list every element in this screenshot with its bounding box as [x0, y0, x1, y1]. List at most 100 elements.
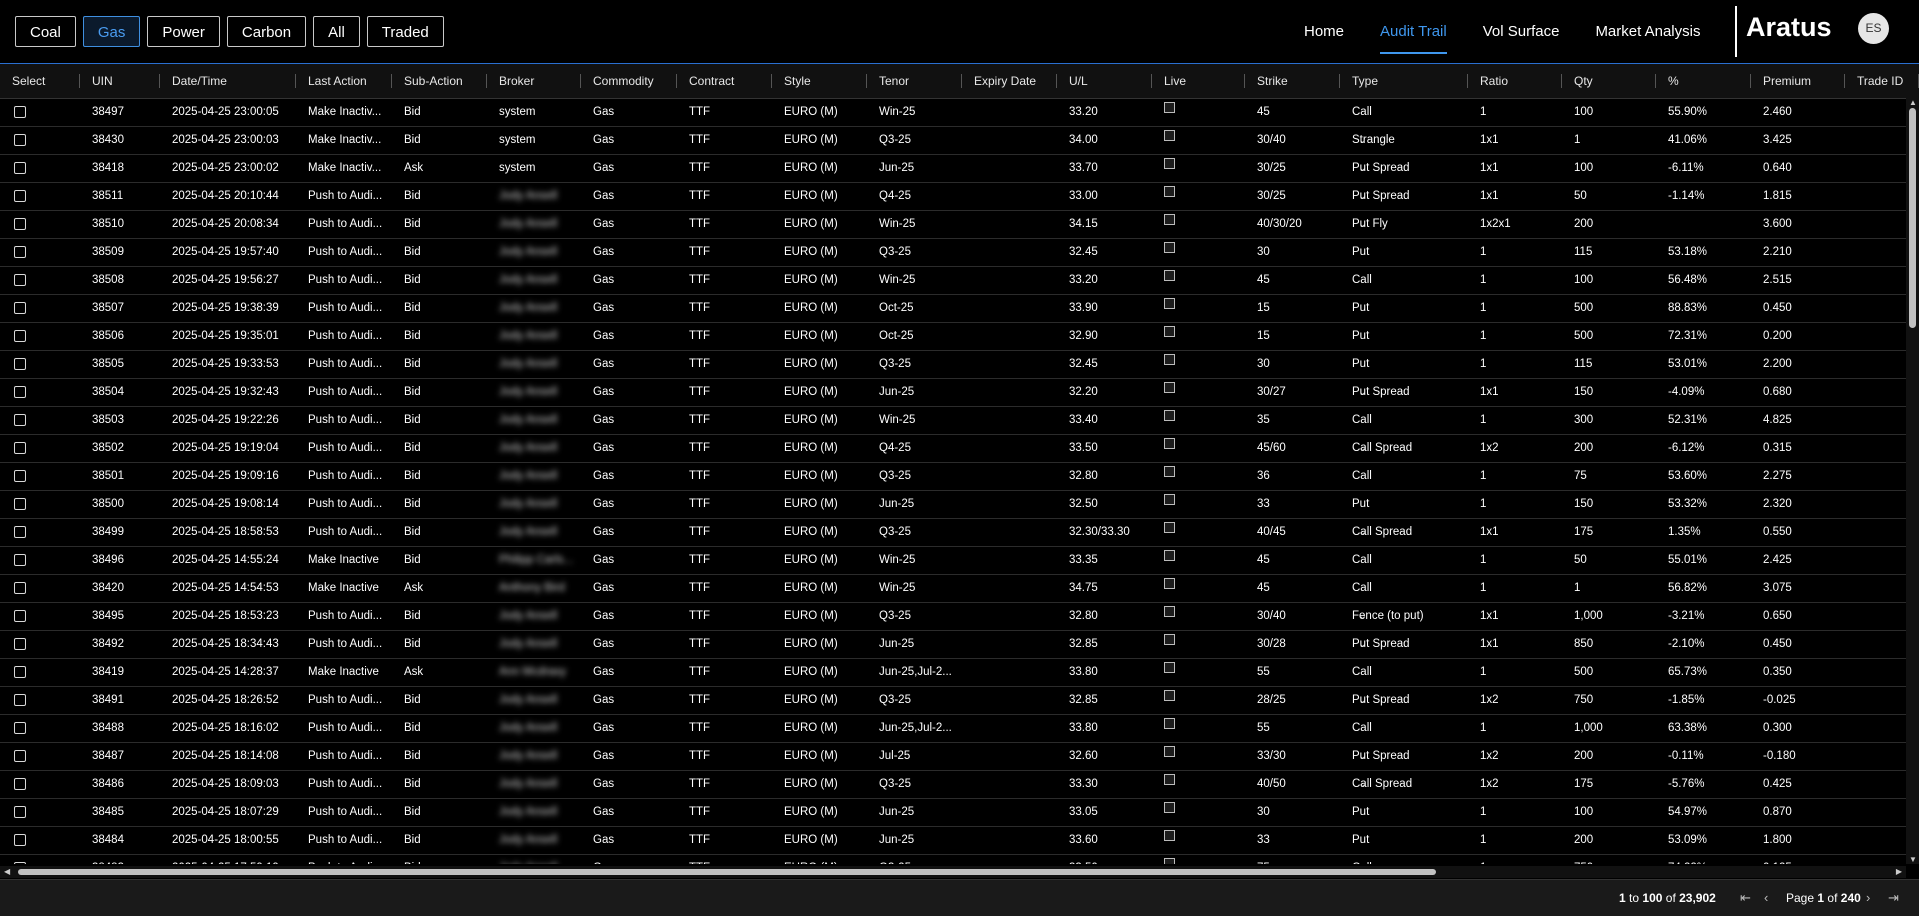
live-checkbox[interactable] — [1164, 578, 1175, 589]
table-row[interactable]: 38492 2025-04-25 18:34:43 Push to Audi... B… — [0, 631, 1906, 659]
column-header-uin[interactable]: UIN — [80, 64, 160, 98]
row-select-checkbox[interactable] — [14, 106, 26, 118]
filter-coal-button[interactable]: Coal — [15, 16, 76, 47]
live-checkbox[interactable] — [1164, 858, 1175, 864]
row-select-checkbox[interactable] — [14, 694, 26, 706]
expand-chevron-icon[interactable]: ⌄ — [1358, 687, 1368, 714]
live-checkbox[interactable] — [1164, 550, 1175, 561]
first-page-icon[interactable]: ⇤ — [1740, 880, 1751, 916]
column-header-broker[interactable]: Broker — [487, 64, 581, 98]
filter-traded-button[interactable]: Traded — [366, 16, 444, 47]
horizontal-scrollbar[interactable]: ◀ ▶ — [0, 866, 1906, 878]
filter-power-button[interactable]: Power — [147, 16, 220, 47]
scroll-right-icon[interactable]: ▶ — [1896, 866, 1902, 878]
row-select-checkbox[interactable] — [14, 806, 26, 818]
row-select-checkbox[interactable] — [14, 750, 26, 762]
expand-chevron-icon[interactable]: ⌄ — [1358, 211, 1368, 238]
column-header-[interactable]: % — [1656, 64, 1751, 98]
nav-audit-trail[interactable]: Audit Trail — [1380, 0, 1447, 63]
column-header-premium[interactable]: Premium — [1751, 64, 1845, 98]
live-checkbox[interactable] — [1164, 522, 1175, 533]
column-header-tenor[interactable]: Tenor — [867, 64, 962, 98]
live-checkbox[interactable] — [1164, 326, 1175, 337]
live-checkbox[interactable] — [1164, 242, 1175, 253]
column-header-last-action[interactable]: Last Action — [296, 64, 392, 98]
row-select-checkbox[interactable] — [14, 498, 26, 510]
live-checkbox[interactable] — [1164, 774, 1175, 785]
expand-chevron-icon[interactable]: ⌄ — [1358, 155, 1368, 182]
row-select-checkbox[interactable] — [14, 778, 26, 790]
vertical-scroll-thumb[interactable] — [1909, 108, 1916, 328]
previous-page-icon[interactable]: ‹ — [1764, 880, 1768, 916]
table-row[interactable]: 38491 2025-04-25 18:26:52 Push to Audi... B… — [0, 687, 1906, 715]
column-header-strike[interactable]: Strike — [1245, 64, 1340, 98]
column-header-qty[interactable]: Qty — [1562, 64, 1656, 98]
expand-chevron-icon[interactable]: ⌄ — [1358, 519, 1368, 546]
live-checkbox[interactable] — [1164, 494, 1175, 505]
live-checkbox[interactable] — [1164, 270, 1175, 281]
expand-chevron-icon[interactable]: ⌄ — [1358, 631, 1368, 658]
column-header-type[interactable]: Type — [1340, 64, 1468, 98]
column-header-expiry-date[interactable]: Expiry Date — [962, 64, 1057, 98]
expand-chevron-icon[interactable]: ⌄ — [1358, 771, 1368, 798]
scroll-up-icon[interactable]: ▲ — [1909, 98, 1917, 107]
column-header-commodity[interactable]: Commodity — [581, 64, 677, 98]
table-row[interactable]: 38502 2025-04-25 19:19:04 Push to Audi... B… — [0, 435, 1906, 463]
table-row[interactable]: 38486 2025-04-25 18:09:03 Push to Audi... B… — [0, 771, 1906, 799]
table-row[interactable]: 38504 2025-04-25 19:32:43 Push to Audi... B… — [0, 379, 1906, 407]
live-checkbox[interactable] — [1164, 746, 1175, 757]
user-avatar[interactable]: ES — [1858, 13, 1889, 44]
table-row[interactable]: 38507 2025-04-25 19:38:39 Push to Audi... B… — [0, 295, 1906, 323]
live-checkbox[interactable] — [1164, 830, 1175, 841]
column-header-sub-action[interactable]: Sub-Action — [392, 64, 487, 98]
column-header-contract[interactable]: Contract — [677, 64, 772, 98]
scroll-down-icon[interactable]: ▼ — [1909, 855, 1917, 864]
nav-vol-surface[interactable]: Vol Surface — [1483, 0, 1560, 63]
table-row[interactable]: 38503 2025-04-25 19:22:26 Push to Audi... B… — [0, 407, 1906, 435]
live-checkbox[interactable] — [1164, 466, 1175, 477]
table-row[interactable]: 38496 2025-04-25 14:55:24 Make Inactive Bid… — [0, 547, 1906, 575]
table-row[interactable]: 38485 2025-04-25 18:07:29 Push to Audi... B… — [0, 799, 1906, 827]
live-checkbox[interactable] — [1164, 186, 1175, 197]
table-row[interactable]: 38508 2025-04-25 19:56:27 Push to Audi... B… — [0, 267, 1906, 295]
last-page-icon[interactable]: ⇥ — [1888, 880, 1899, 916]
row-select-checkbox[interactable] — [14, 470, 26, 482]
live-checkbox[interactable] — [1164, 802, 1175, 813]
expand-chevron-icon[interactable]: ⌄ — [1358, 127, 1368, 154]
expand-chevron-icon[interactable]: ⌄ — [1358, 183, 1368, 210]
row-select-checkbox[interactable] — [14, 386, 26, 398]
live-checkbox[interactable] — [1164, 158, 1175, 169]
row-select-checkbox[interactable] — [14, 414, 26, 426]
table-row[interactable]: 38500 2025-04-25 19:08:14 Push to Audi... B… — [0, 491, 1906, 519]
column-header-style[interactable]: Style — [772, 64, 867, 98]
table-row[interactable]: 38430 2025-04-25 23:00:03 Make Inactiv... B… — [0, 127, 1906, 155]
row-select-checkbox[interactable] — [14, 638, 26, 650]
table-row[interactable]: 38499 2025-04-25 18:58:53 Push to Audi... B… — [0, 519, 1906, 547]
row-select-checkbox[interactable] — [14, 582, 26, 594]
table-row[interactable]: 38506 2025-04-25 19:35:01 Push to Audi... B… — [0, 323, 1906, 351]
next-page-icon[interactable]: › — [1866, 880, 1870, 916]
scroll-left-icon[interactable]: ◀ — [4, 866, 10, 878]
live-checkbox[interactable] — [1164, 214, 1175, 225]
live-checkbox[interactable] — [1164, 634, 1175, 645]
row-select-checkbox[interactable] — [14, 246, 26, 258]
row-select-checkbox[interactable] — [14, 302, 26, 314]
row-select-checkbox[interactable] — [14, 218, 26, 230]
table-row[interactable]: 38505 2025-04-25 19:33:53 Push to Audi... B… — [0, 351, 1906, 379]
expand-chevron-icon[interactable]: ⌄ — [1358, 379, 1368, 406]
row-select-checkbox[interactable] — [14, 610, 26, 622]
row-select-checkbox[interactable] — [14, 834, 26, 846]
table-row[interactable]: 38511 2025-04-25 20:10:44 Push to Audi... B… — [0, 183, 1906, 211]
live-checkbox[interactable] — [1164, 102, 1175, 113]
nav-market-analysis[interactable]: Market Analysis — [1595, 0, 1700, 63]
live-checkbox[interactable] — [1164, 718, 1175, 729]
table-row[interactable]: 38510 2025-04-25 20:08:34 Push to Audi... B… — [0, 211, 1906, 239]
row-select-checkbox[interactable] — [14, 190, 26, 202]
expand-chevron-icon[interactable]: ⌄ — [1358, 435, 1368, 462]
row-select-checkbox[interactable] — [14, 722, 26, 734]
filter-carbon-button[interactable]: Carbon — [226, 16, 307, 47]
column-header-ratio[interactable]: Ratio — [1468, 64, 1562, 98]
row-select-checkbox[interactable] — [14, 162, 26, 174]
expand-chevron-icon[interactable]: ⌄ — [1358, 743, 1368, 770]
table-row[interactable]: 38419 2025-04-25 14:28:37 Make Inactive Ask… — [0, 659, 1906, 687]
